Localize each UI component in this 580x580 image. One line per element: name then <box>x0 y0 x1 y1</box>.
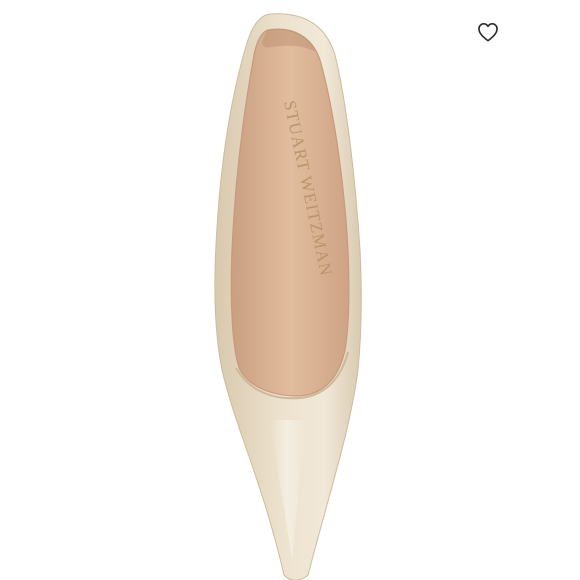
heart-outline-icon <box>478 23 498 42</box>
product-photo[interactable]: STUART WEITZMAN <box>0 0 580 580</box>
like-button[interactable] <box>474 19 502 45</box>
product-listing-screen: STUART WEITZMAN <box>0 0 580 580</box>
